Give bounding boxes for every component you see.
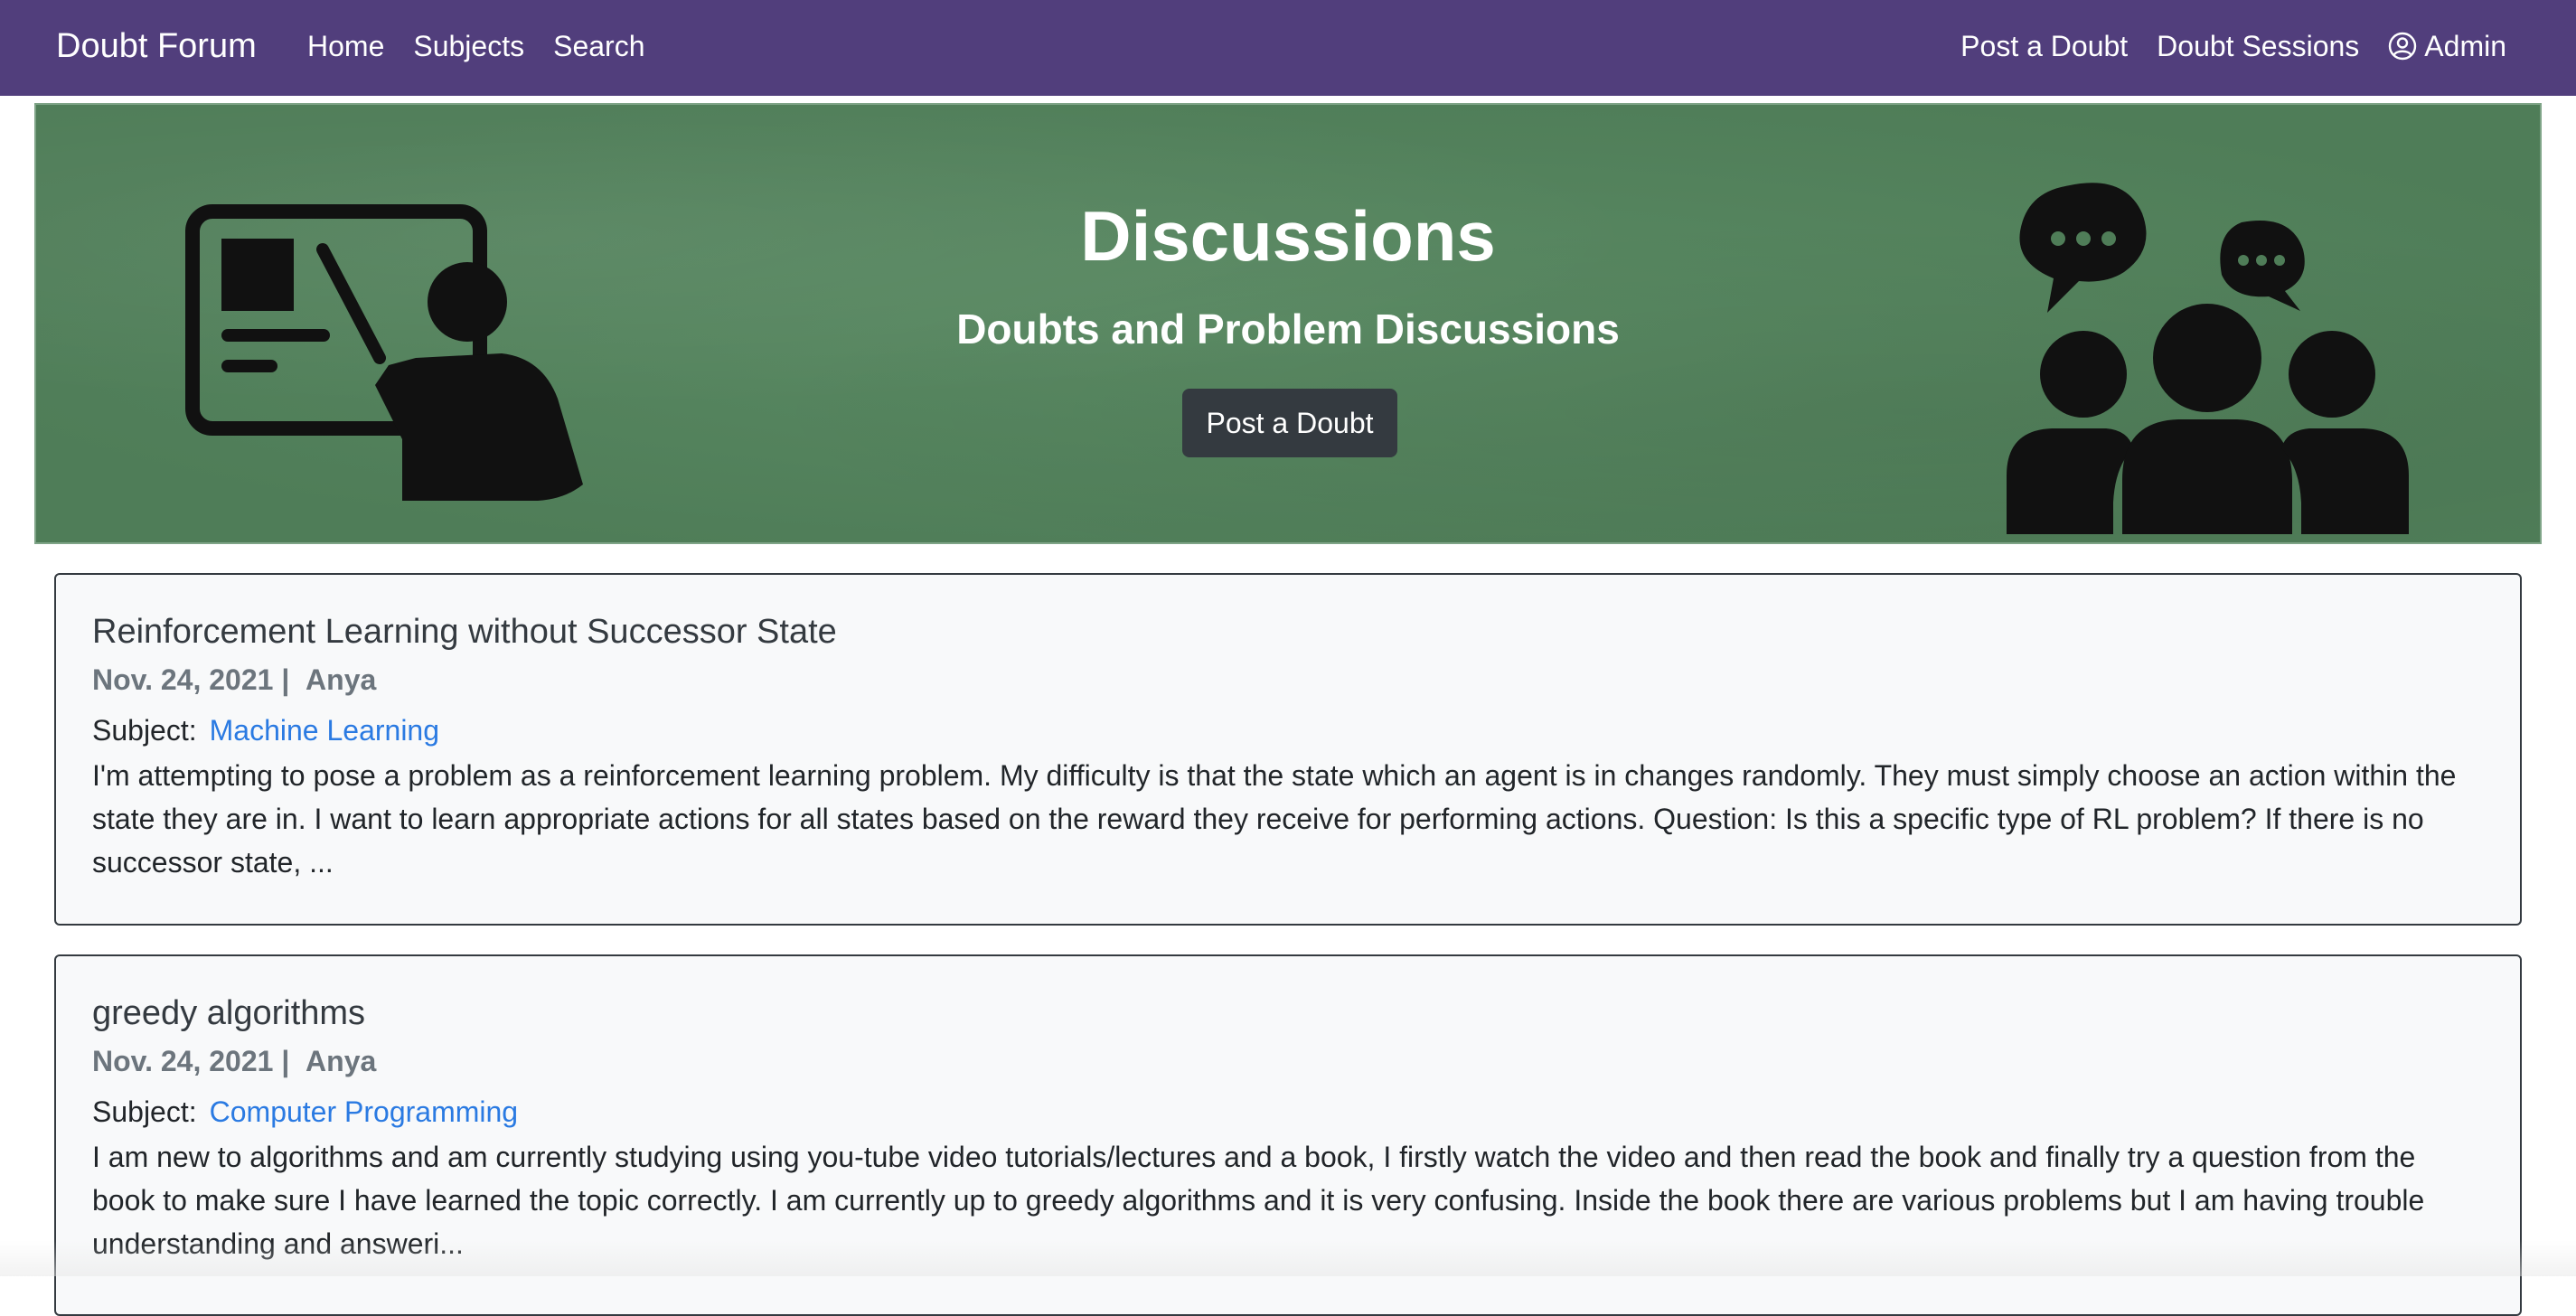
post-card: Reinforcement Learning without Successor… bbox=[54, 573, 2522, 926]
post-subject-row: Subject: Machine Learning bbox=[92, 710, 2484, 750]
post-title-link[interactable]: Reinforcement Learning without Successor… bbox=[92, 609, 2484, 654]
admin-label: Admin bbox=[2424, 24, 2506, 69]
meta-separator: | bbox=[281, 663, 289, 696]
post-doubt-button[interactable]: Post a Doubt bbox=[1182, 389, 1397, 457]
brand-logo-link[interactable]: Doubt Forum bbox=[56, 24, 257, 69]
nav-search-link[interactable]: Search bbox=[553, 24, 644, 69]
post-title-link[interactable]: greedy algorithms bbox=[92, 991, 2484, 1036]
post-subject-row: Subject: Computer Programming bbox=[92, 1092, 2484, 1132]
subject-link[interactable]: Computer Programming bbox=[210, 1095, 518, 1128]
user-circle-icon bbox=[2388, 32, 2417, 61]
nav-right-menu: Post a Doubt Doubt Sessions Admin bbox=[1932, 24, 2506, 69]
page-title: Discussions bbox=[36, 195, 2540, 277]
post-meta: Nov. 24, 2021 | Anya bbox=[92, 1041, 2484, 1081]
post-author: Anya bbox=[306, 663, 376, 696]
subject-link[interactable]: Machine Learning bbox=[210, 714, 439, 747]
page-subtitle: Doubts and Problem Discussions bbox=[36, 304, 2540, 354]
top-navbar: Doubt Forum Home Subjects Search Post a … bbox=[0, 0, 2576, 96]
subject-label: Subject: bbox=[92, 714, 197, 747]
subject-label: Subject: bbox=[92, 1095, 197, 1128]
post-meta: Nov. 24, 2021 | Anya bbox=[92, 660, 2484, 700]
post-date: Nov. 24, 2021 bbox=[92, 1045, 273, 1077]
post-excerpt: I'm attempting to pose a problem as a re… bbox=[92, 754, 2484, 884]
hero-banner: Discussions Doubts and Problem Discussio… bbox=[34, 103, 2542, 544]
nav-home-link[interactable]: Home bbox=[307, 24, 384, 69]
post-date: Nov. 24, 2021 bbox=[92, 663, 273, 696]
post-author: Anya bbox=[306, 1045, 376, 1077]
nav-doubt-sessions-link[interactable]: Doubt Sessions bbox=[2157, 24, 2359, 69]
post-excerpt: I am new to algorithms and am currently … bbox=[92, 1135, 2484, 1265]
meta-separator: | bbox=[281, 1045, 289, 1077]
nav-subjects-link[interactable]: Subjects bbox=[413, 24, 524, 69]
nav-post-doubt-link[interactable]: Post a Doubt bbox=[1960, 24, 2128, 69]
hero-content: Discussions Doubts and Problem Discussio… bbox=[36, 105, 2540, 542]
nav-admin-link[interactable]: Admin bbox=[2388, 24, 2506, 69]
nav-left-menu: Home Subjects Search bbox=[307, 24, 673, 69]
post-card: greedy algorithms Nov. 24, 2021 | Anya S… bbox=[54, 954, 2522, 1316]
